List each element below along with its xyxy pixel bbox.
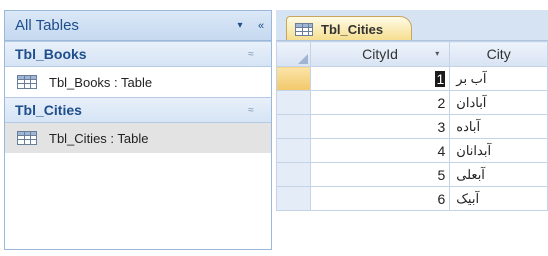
row-selector[interactable] bbox=[276, 138, 311, 163]
cityid-cell[interactable]: 1 bbox=[309, 66, 451, 91]
row-selector[interactable] bbox=[276, 114, 311, 139]
cityid-cell[interactable]: 3 bbox=[309, 114, 451, 139]
table-row: 5 آبعلی bbox=[276, 162, 548, 187]
select-all-button[interactable] bbox=[276, 41, 311, 67]
collapse-chevron-icon[interactable]: ≈ bbox=[231, 49, 271, 60]
city-cell[interactable]: آبیک bbox=[449, 186, 548, 211]
cityid-cell[interactable]: 6 bbox=[309, 186, 451, 211]
group-header-tbl-cities[interactable]: Tbl_Cities ≈ bbox=[5, 97, 271, 123]
column-header-label: CityId bbox=[362, 46, 398, 62]
sort-dropdown-icon[interactable]: ▾ bbox=[435, 49, 439, 58]
shutter-bar-close-icon[interactable]: « bbox=[249, 20, 271, 32]
tab-label: Tbl_Cities bbox=[321, 21, 384, 37]
table-row: 2 آبادان bbox=[276, 90, 548, 115]
cityid-cell[interactable]: 4 bbox=[309, 138, 451, 163]
city-cell[interactable]: آبادان bbox=[449, 90, 548, 115]
table-row: 4 آبدانان bbox=[276, 138, 548, 163]
column-header-city[interactable]: City bbox=[449, 41, 548, 67]
nav-item-tbl-books[interactable]: Tbl_Books : Table bbox=[5, 67, 271, 97]
table-icon bbox=[295, 22, 313, 36]
row-selector[interactable] bbox=[276, 162, 311, 187]
table-row: 6 آبیک bbox=[276, 186, 548, 211]
table-row: 1 آب بر bbox=[276, 66, 548, 91]
table-icon bbox=[17, 131, 37, 145]
group-title: Tbl_Cities bbox=[15, 102, 82, 118]
nav-item-label: Tbl_Cities : Table bbox=[49, 130, 149, 146]
document-area: Tbl_Cities CityId ▾ City 1 آب بر 2 آبادا… bbox=[276, 10, 548, 256]
row-selector[interactable] bbox=[276, 90, 311, 115]
table-row: 3 آباده bbox=[276, 114, 548, 139]
cityid-cell[interactable]: 5 bbox=[309, 162, 451, 187]
table-icon bbox=[17, 75, 37, 89]
city-cell[interactable]: آبدانان bbox=[449, 138, 548, 163]
city-cell[interactable]: آب بر bbox=[449, 66, 548, 91]
group-header-tbl-books[interactable]: Tbl_Books ≈ bbox=[5, 41, 271, 67]
document-tabstrip: Tbl_Cities bbox=[276, 10, 548, 41]
row-selector[interactable] bbox=[276, 186, 311, 211]
row-selector[interactable] bbox=[276, 66, 311, 91]
column-header-label: City bbox=[486, 46, 511, 62]
cityid-value: 1 bbox=[435, 70, 446, 87]
column-header-cityid[interactable]: CityId ▾ bbox=[309, 41, 451, 67]
navigation-pane: All Tables ▾ « Tbl_Books ≈ Tbl_Books : T… bbox=[4, 10, 272, 250]
tab-tbl-cities[interactable]: Tbl_Cities bbox=[286, 16, 412, 41]
city-cell[interactable]: آبعلی bbox=[449, 162, 548, 187]
cityid-cell[interactable]: 2 bbox=[309, 90, 451, 115]
nav-item-label: Tbl_Books : Table bbox=[49, 74, 153, 90]
nav-title: All Tables bbox=[15, 17, 79, 34]
datasheet-grid: CityId ▾ City 1 آب بر 2 آبادان 3 آباده 4… bbox=[276, 40, 548, 256]
group-title: Tbl_Books bbox=[15, 46, 87, 62]
city-cell[interactable]: آباده bbox=[449, 114, 548, 139]
collapse-chevron-icon[interactable]: ≈ bbox=[231, 105, 271, 116]
nav-item-tbl-cities[interactable]: Tbl_Cities : Table bbox=[5, 123, 271, 153]
chevron-down-icon[interactable]: ▾ bbox=[231, 20, 249, 31]
navigation-pane-header[interactable]: All Tables ▾ « bbox=[5, 11, 271, 41]
